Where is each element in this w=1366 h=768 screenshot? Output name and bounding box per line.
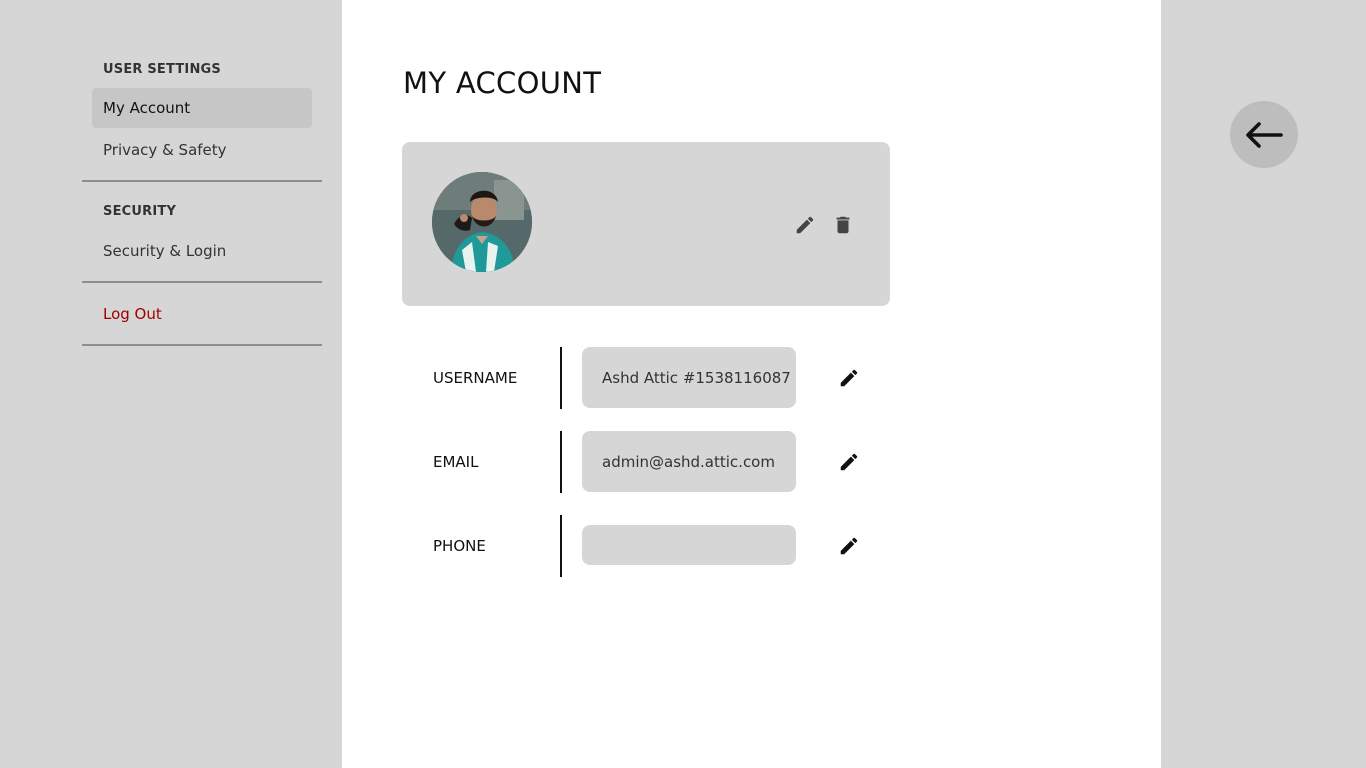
email-row: EMAIL bbox=[402, 431, 872, 493]
section-title-user-settings: USER SETTINGS bbox=[103, 62, 221, 77]
settings-sidebar: USER SETTINGS My Account Privacy & Safet… bbox=[0, 0, 342, 768]
arrow-left-icon bbox=[1246, 121, 1283, 148]
sidebar-item-security-login[interactable]: Security & Login bbox=[92, 231, 312, 271]
page-title: MY ACCOUNT bbox=[403, 66, 602, 100]
edit-avatar-button[interactable] bbox=[792, 212, 818, 238]
sidebar-divider bbox=[82, 281, 322, 283]
section-title-security: SECURITY bbox=[103, 204, 177, 219]
trash-icon bbox=[836, 216, 850, 234]
main-content: MY ACCOUNT USERNAME Ashd Attic #15381160… bbox=[342, 0, 1161, 768]
email-label: EMAIL bbox=[433, 453, 479, 471]
phone-field[interactable] bbox=[582, 525, 796, 565]
profile-card bbox=[402, 142, 890, 306]
pencil-icon bbox=[840, 453, 858, 471]
sidebar-item-privacy-safety[interactable]: Privacy & Safety bbox=[92, 130, 312, 170]
username-field[interactable] bbox=[582, 347, 796, 408]
pencil-icon bbox=[796, 216, 814, 234]
app-root: USER SETTINGS My Account Privacy & Safet… bbox=[0, 0, 1366, 768]
field-separator bbox=[560, 347, 562, 409]
pencil-icon bbox=[840, 369, 858, 387]
edit-email-button[interactable] bbox=[836, 449, 862, 475]
phone-row: PHONE bbox=[402, 515, 872, 577]
sidebar-divider bbox=[82, 344, 322, 346]
email-field[interactable] bbox=[582, 431, 796, 492]
sidebar-divider bbox=[82, 180, 322, 182]
sidebar-item-my-account[interactable]: My Account bbox=[92, 88, 312, 128]
username-row: USERNAME bbox=[402, 347, 872, 409]
edit-username-button[interactable] bbox=[836, 365, 862, 391]
avatar-image bbox=[432, 172, 532, 272]
logout-button[interactable]: Log Out bbox=[92, 294, 312, 334]
field-separator bbox=[560, 515, 562, 577]
right-panel bbox=[1161, 0, 1366, 768]
edit-phone-button[interactable] bbox=[836, 533, 862, 559]
back-button[interactable] bbox=[1230, 101, 1298, 168]
avatar bbox=[432, 172, 532, 272]
username-label: USERNAME bbox=[433, 369, 518, 387]
delete-avatar-button[interactable] bbox=[830, 212, 856, 238]
pencil-icon bbox=[840, 537, 858, 555]
phone-label: PHONE bbox=[433, 537, 486, 555]
field-separator bbox=[560, 431, 562, 493]
